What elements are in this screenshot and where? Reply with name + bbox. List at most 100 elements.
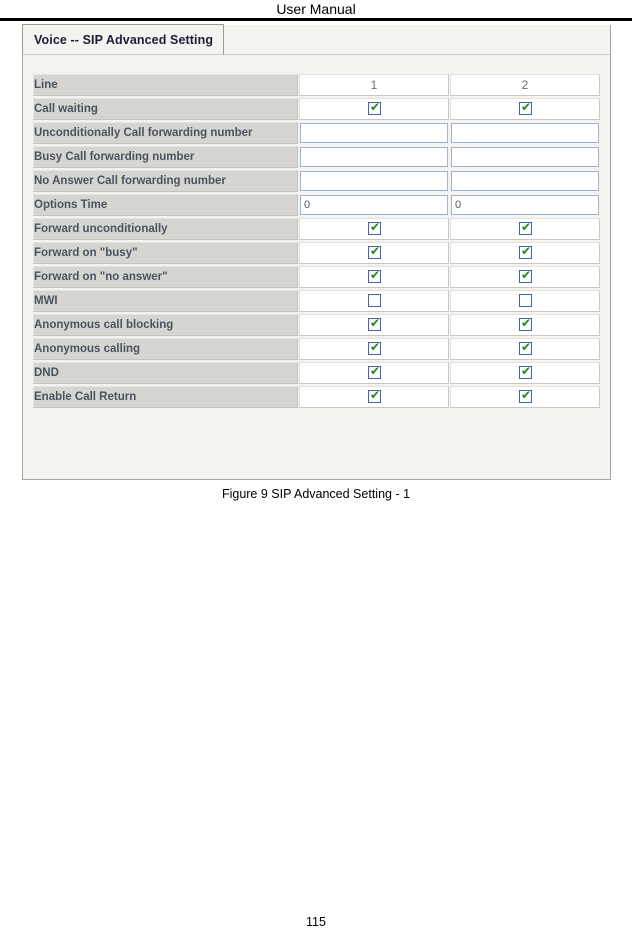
header-divider <box>0 18 632 21</box>
text-input[interactable] <box>300 123 448 143</box>
check-icon: ✔ <box>369 316 381 331</box>
row-label: Enable Call Return <box>33 386 298 408</box>
row-value-cell: ✔ <box>299 266 449 288</box>
check-icon: ✔ <box>520 220 532 235</box>
row-value-cell <box>299 194 449 216</box>
row-label: DND <box>33 362 298 384</box>
header-column-1: 1 <box>299 74 449 96</box>
text-input[interactable] <box>300 171 448 191</box>
row-value-cell: ✔ <box>450 242 600 264</box>
checkbox-checked[interactable]: ✔ <box>367 100 381 116</box>
table-row: Unconditionally Call forwarding number <box>33 122 600 144</box>
row-value-cell: ✔ <box>450 218 600 240</box>
row-label: Busy Call forwarding number <box>33 146 298 168</box>
row-value-cell: ✔ <box>299 290 449 312</box>
checkbox-checked[interactable]: ✔ <box>367 220 381 236</box>
row-label: Anonymous calling <box>33 338 298 360</box>
checkbox-checked[interactable]: ✔ <box>367 388 381 404</box>
row-label: Unconditionally Call forwarding number <box>33 122 298 144</box>
row-label: Options Time <box>33 194 298 216</box>
check-icon: ✔ <box>520 268 532 283</box>
check-icon: ✔ <box>520 100 532 115</box>
text-input[interactable] <box>300 195 448 215</box>
checkbox-checked[interactable]: ✔ <box>518 244 532 260</box>
text-input[interactable] <box>451 147 599 167</box>
table-row: Enable Call Return ✔ ✔ <box>33 386 600 408</box>
row-value-cell: ✔ <box>450 266 600 288</box>
text-input[interactable] <box>451 171 599 191</box>
row-value-cell: ✔ <box>299 386 449 408</box>
table-row: Busy Call forwarding number <box>33 146 600 168</box>
row-value-cell: ✔ <box>450 338 600 360</box>
row-value-cell <box>450 146 600 168</box>
checkbox-checked[interactable]: ✔ <box>367 316 381 332</box>
row-label: Forward on "busy" <box>33 242 298 264</box>
row-label: No Answer Call forwarding number <box>33 170 298 192</box>
check-icon: ✔ <box>520 316 532 331</box>
panel-body: Line 1 2 Call waiting ✔ ✔ Unconditionally C… <box>23 55 610 419</box>
row-value-cell: ✔ <box>299 314 449 336</box>
row-label: Call waiting <box>33 98 298 120</box>
checkbox-checked[interactable]: ✔ <box>518 341 532 356</box>
table-row: Forward on "no answer" ✔ ✔ <box>33 266 600 288</box>
document-header-title: User Manual <box>276 1 356 17</box>
check-icon: ✔ <box>369 220 381 235</box>
row-label: Anonymous call blocking <box>33 314 298 336</box>
checkbox-checked[interactable]: ✔ <box>518 268 532 284</box>
checkbox-checked[interactable]: ✔ <box>518 388 532 404</box>
text-input[interactable] <box>451 195 599 215</box>
text-input[interactable] <box>300 147 448 167</box>
row-value-cell: ✔ <box>299 242 449 264</box>
row-value-cell: ✔ <box>450 314 600 336</box>
checkbox-unchecked[interactable]: ✔ <box>518 294 532 308</box>
row-value-cell <box>299 122 449 144</box>
sip-advanced-settings-table: Line 1 2 Call waiting ✔ ✔ Unconditionally C… <box>32 72 601 410</box>
check-icon: ✔ <box>520 364 532 379</box>
header-column-2: 2 <box>450 74 600 96</box>
row-value-cell: ✔ <box>450 386 600 408</box>
row-value-cell: ✔ <box>299 218 449 240</box>
text-input[interactable] <box>451 123 599 143</box>
line-number-label: 2 <box>521 78 529 92</box>
row-value-cell: ✔ <box>299 98 449 120</box>
row-value-cell: ✔ <box>299 338 449 360</box>
check-icon: ✔ <box>369 244 381 259</box>
check-icon: ✔ <box>520 388 532 403</box>
check-icon: ✔ <box>369 268 381 283</box>
check-icon: ✔ <box>369 364 381 379</box>
table-row: DND ✔ ✔ <box>33 362 600 384</box>
sip-advanced-setting-panel: Voice -- SIP Advanced Setting Line 1 2 C… <box>22 24 611 480</box>
check-icon: ✔ <box>369 100 381 115</box>
header-label-line: Line <box>33 74 298 96</box>
tab-strip: Voice -- SIP Advanced Setting <box>22 24 610 55</box>
check-icon: ✔ <box>369 340 381 355</box>
check-icon: ✔ <box>520 244 532 259</box>
row-value-cell <box>450 194 600 216</box>
table-row: MWI ✔ ✔ <box>33 290 600 312</box>
row-label: Forward unconditionally <box>33 218 298 240</box>
row-value-cell: ✔ <box>450 98 600 120</box>
table-row: Forward on "busy" ✔ ✔ <box>33 242 600 264</box>
checkbox-checked[interactable]: ✔ <box>367 268 381 284</box>
checkbox-checked[interactable]: ✔ <box>367 244 381 260</box>
checkbox-checked[interactable]: ✔ <box>518 220 532 236</box>
tab-voice-sip-advanced-setting[interactable]: Voice -- SIP Advanced Setting <box>22 24 225 55</box>
row-value-cell <box>299 170 449 192</box>
checkbox-checked[interactable]: ✔ <box>518 316 532 332</box>
row-value-cell: ✔ <box>299 362 449 384</box>
checkbox-checked[interactable]: ✔ <box>367 340 381 356</box>
table-row: Options Time <box>33 194 600 216</box>
row-label: Forward on "no answer" <box>33 266 298 288</box>
table-row: Anonymous call blocking ✔ ✔ <box>33 314 600 336</box>
checkbox-checked[interactable]: ✔ <box>518 364 532 380</box>
check-icon: ✔ <box>369 388 381 403</box>
table-row: Forward unconditionally ✔ ✔ <box>33 218 600 240</box>
table-row: Anonymous calling ✔ ✔ <box>33 338 600 360</box>
checkbox-checked[interactable]: ✔ <box>518 100 532 116</box>
checkbox-unchecked[interactable]: ✔ <box>367 294 381 308</box>
figure-caption: Figure 9 SIP Advanced Setting - 1 <box>221 487 411 501</box>
checkbox-checked[interactable]: ✔ <box>367 364 381 380</box>
row-label: MWI <box>33 290 298 312</box>
row-value-cell: ✔ <box>450 362 600 384</box>
row-value-cell <box>450 170 600 192</box>
